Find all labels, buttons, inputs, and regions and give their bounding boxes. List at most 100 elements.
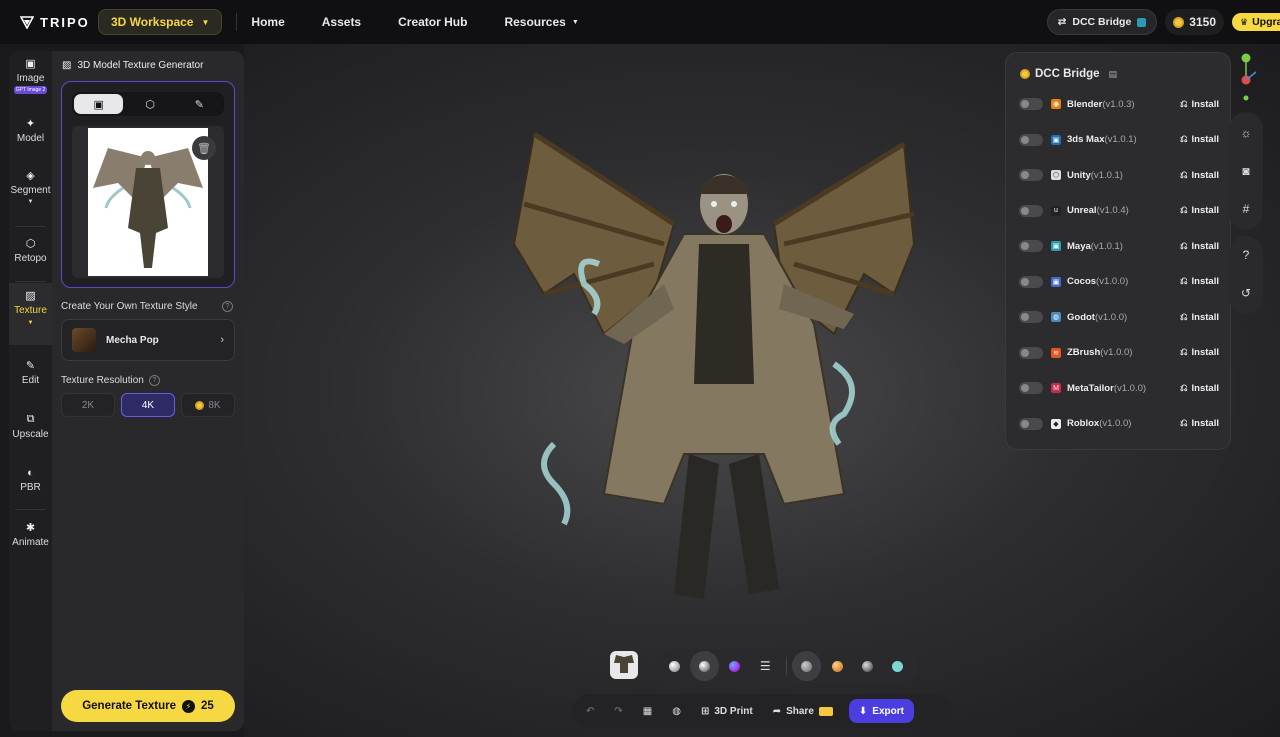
help-icon[interactable]: ? xyxy=(149,375,160,386)
rail-item-animate[interactable]: ✱ Animate xyxy=(9,521,52,561)
nav-home[interactable]: Home xyxy=(251,15,284,29)
resolution-2k-label: 2K xyxy=(81,399,95,411)
document-icon[interactable]: ▤ xyxy=(1109,69,1118,80)
nav-resources[interactable]: Resources ▼ xyxy=(504,15,578,29)
shading-textured[interactable] xyxy=(690,651,719,681)
install-label: Install xyxy=(1191,418,1219,429)
env-warm[interactable] xyxy=(823,651,851,681)
image-upload-box[interactable]: ▣ ⬡ ✎ 🗑 xyxy=(61,81,235,288)
resolution-4k[interactable]: 4K xyxy=(121,393,175,417)
texture-style-selector[interactable]: Mecha Pop › xyxy=(61,319,235,361)
rail-item-retopo[interactable]: ⬡ Retopo xyxy=(9,237,52,277)
nav-assets[interactable]: Assets xyxy=(322,15,361,29)
toggle-switch[interactable] xyxy=(1019,382,1043,394)
install-button[interactable]: ⎌ Install xyxy=(1180,383,1219,394)
share-button[interactable]: ➦ Share xyxy=(765,697,841,725)
dcc-panel-title: DCC Bridge ▤ xyxy=(1020,68,1117,80)
toggle-switch[interactable] xyxy=(1019,204,1043,217)
install-button[interactable]: ⎌ Install xyxy=(1180,418,1219,429)
install-button[interactable]: ⎌ Install xyxy=(1180,134,1219,145)
install-button[interactable]: ⎌ Install xyxy=(1180,347,1219,358)
rail-item-texture[interactable]: ▨ Texture ▼ xyxy=(9,283,52,345)
install-button[interactable]: ⎌ Install xyxy=(1180,205,1219,216)
resolution-4k-label: 4K xyxy=(141,399,155,411)
app-name: 3ds Max(v1.0.1) xyxy=(1067,134,1180,145)
tripo-logo[interactable]: TRIPO xyxy=(20,15,92,30)
lighting-button[interactable]: ☼ xyxy=(1229,114,1263,152)
tab-image-input[interactable]: ▣ xyxy=(74,94,124,114)
rail-item-edit[interactable]: ✎ Edit xyxy=(9,359,52,399)
camera-button[interactable]: ◙ xyxy=(1229,152,1263,190)
install-label: Install xyxy=(1191,347,1219,358)
generate-texture-button[interactable]: Generate Texture ⚡ 25 xyxy=(61,690,235,722)
rail-item-upscale-label: Upscale xyxy=(12,429,49,440)
app-version: (v1.0.0) xyxy=(1113,382,1147,394)
toggle-switch[interactable] xyxy=(1019,169,1043,181)
toggle-switch[interactable] xyxy=(1019,240,1043,252)
maya-icon: ▣ xyxy=(1051,241,1061,251)
install-icon: ⎌ xyxy=(1179,169,1188,181)
env-dark[interactable] xyxy=(853,651,881,681)
workspace-dropdown[interactable]: 3D Workspace ▼ xyxy=(98,9,223,35)
install-button[interactable]: ⎌ Install xyxy=(1180,99,1219,110)
3d-model-character[interactable] xyxy=(514,124,934,614)
export-button[interactable]: ⬇ Export xyxy=(848,699,914,723)
install-button[interactable]: ⎌ Install xyxy=(1180,170,1219,181)
toggle-switch[interactable] xyxy=(1019,417,1043,430)
redo-button[interactable]: ↷ xyxy=(606,697,630,725)
env-teal[interactable] xyxy=(884,651,912,681)
rail-item-pbr[interactable]: ◐ PBR xyxy=(9,467,52,507)
gift-button[interactable]: ▦ xyxy=(635,697,660,725)
gpt-image-badge: GPT Image 2 xyxy=(13,86,48,94)
toggle-switch[interactable] xyxy=(1019,98,1043,110)
upgrade-button[interactable]: ♛ Upgra xyxy=(1232,13,1280,31)
tab-model-input[interactable]: ⬡ xyxy=(125,92,174,116)
rail-item-segment[interactable]: ◈ Segment ▼ xyxy=(9,169,52,213)
app-version: (v1.0.1) xyxy=(1104,134,1137,145)
style-heading: Create Your Own Texture Style xyxy=(61,301,198,312)
model-thumbnail-button[interactable] xyxy=(610,651,638,679)
install-icon: ⎌ xyxy=(1179,382,1188,394)
help-button[interactable]: ? xyxy=(1229,236,1263,274)
env-studio[interactable] xyxy=(792,651,821,681)
brush-icon: ✎ xyxy=(25,360,36,372)
rail-item-model[interactable]: ✦ Model xyxy=(9,117,52,157)
resolution-heading: Texture Resolution xyxy=(61,375,144,386)
grid-button[interactable]: # xyxy=(1229,190,1263,228)
resolution-8k[interactable]: 8K xyxy=(181,393,235,417)
undo-button[interactable]: ↶ xyxy=(578,697,602,725)
delete-image-button[interactable]: 🗑 xyxy=(192,136,216,160)
rail-item-upscale[interactable]: ⧉ Upscale xyxy=(9,413,52,453)
orbit-button[interactable]: ◍ xyxy=(664,697,689,725)
credits-balance[interactable]: 3150 xyxy=(1165,9,1224,35)
toggle-switch[interactable] xyxy=(1019,275,1043,288)
bolt-icon: ⚡ xyxy=(181,699,195,713)
dark-sphere-icon xyxy=(861,660,873,672)
axis-gizmo[interactable] xyxy=(1236,52,1256,102)
shading-settings[interactable]: ☰ xyxy=(751,651,779,681)
dcc-bridge-button[interactable]: ⇄ DCC Bridge xyxy=(1046,9,1158,35)
install-button[interactable]: ⎌ Install xyxy=(1180,312,1219,323)
help-icon[interactable]: ? xyxy=(222,301,233,312)
tab-draw-input[interactable]: ✎ xyxy=(175,92,224,116)
shading-normal[interactable] xyxy=(721,651,749,681)
rail-item-image[interactable]: ▣ Image GPT Image 2 xyxy=(9,57,52,107)
history-button[interactable]: ↺ xyxy=(1229,274,1263,312)
sun-icon: ☼ xyxy=(1240,126,1252,140)
toolbar-divider xyxy=(785,657,787,675)
app-version: (v1.0.1) xyxy=(1090,240,1123,252)
install-button[interactable]: ⎌ Install xyxy=(1180,241,1219,252)
shading-clay[interactable] xyxy=(660,651,688,681)
toggle-switch[interactable] xyxy=(1019,311,1043,323)
app-name-text: 3ds Max xyxy=(1067,134,1105,145)
panel-title-text: 3D Model Texture Generator xyxy=(77,60,204,71)
resolution-2k[interactable]: 2K xyxy=(61,393,115,417)
nav-creator-hub[interactable]: Creator Hub xyxy=(398,15,467,29)
style-name: Mecha Pop xyxy=(106,334,159,346)
install-button[interactable]: ⎌ Install xyxy=(1180,276,1219,287)
rail-divider xyxy=(15,281,46,282)
app-name-text: Cocos xyxy=(1067,276,1097,287)
3d-print-button[interactable]: ⊞ 3D Print xyxy=(693,697,761,725)
toggle-switch[interactable] xyxy=(1019,346,1043,359)
toggle-switch[interactable] xyxy=(1019,133,1043,146)
